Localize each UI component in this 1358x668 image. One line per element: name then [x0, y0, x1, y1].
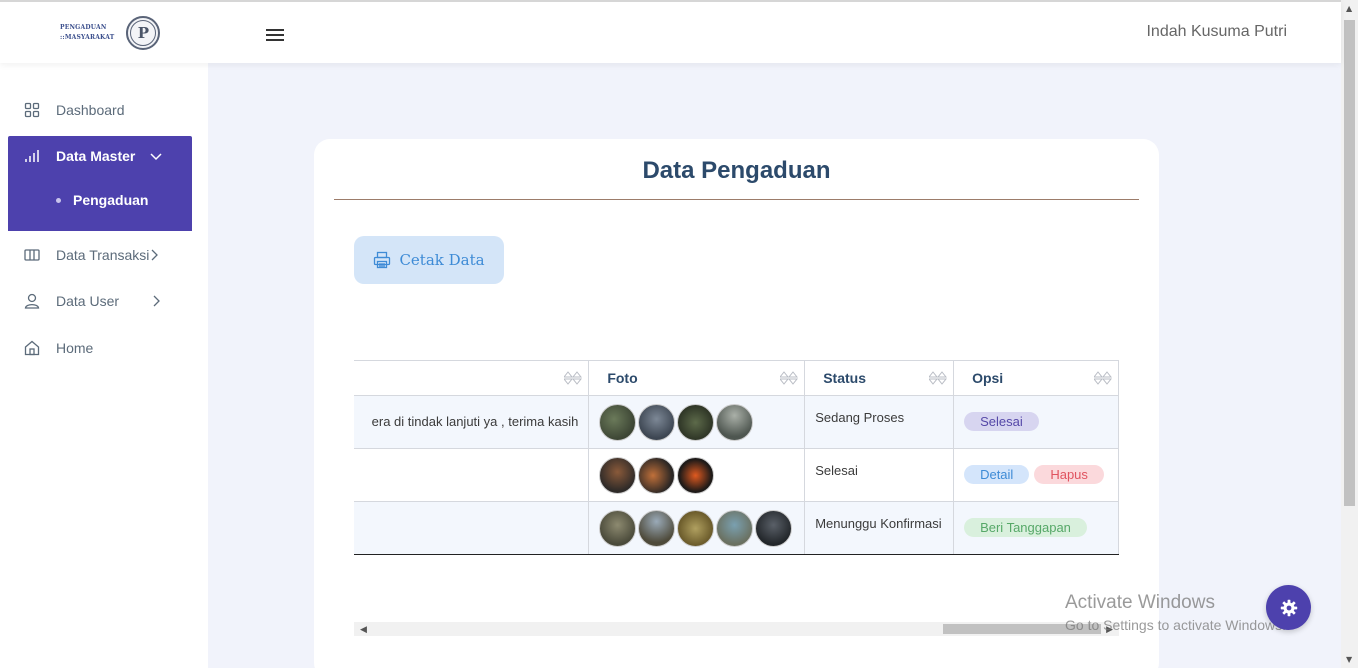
status-text: Sedang Proses	[815, 410, 905, 425]
photo-thumbnail[interactable]	[599, 510, 637, 547]
sidebar-subitem-label: Pengaduan	[73, 192, 149, 208]
column-header-foto[interactable]: Foto	[588, 360, 806, 396]
complaint-text	[354, 502, 588, 520]
home-icon	[24, 340, 40, 356]
scrollbar-thumb[interactable]	[1344, 20, 1355, 506]
sidebar-item-label: Data Master	[56, 148, 136, 164]
photo-thumbnail[interactable]	[638, 404, 676, 441]
chevron-right-icon	[153, 295, 160, 307]
user-icon	[24, 293, 40, 309]
watermark-subtitle: Go to Settings to activate Windows.	[1065, 617, 1286, 633]
column-header-isi[interactable]	[354, 360, 590, 396]
sidebar-subitem-pengaduan[interactable]: Pengaduan	[56, 192, 148, 208]
photo-thumbnail[interactable]	[677, 404, 715, 441]
grid-icon	[24, 102, 40, 118]
photo-thumbnails	[589, 449, 804, 494]
logo-letter: P	[130, 20, 157, 46]
column-header-opsi[interactable]: Opsi	[953, 360, 1119, 396]
photo-thumbnail[interactable]	[638, 510, 676, 547]
photo-thumbnail[interactable]	[677, 457, 715, 494]
sort-icon	[1094, 371, 1112, 385]
table-row: era di tindak lanjuti ya , terima kasih …	[354, 395, 1119, 449]
sidebar-item-label: Dashboard	[56, 102, 125, 118]
chevron-down-icon	[150, 153, 162, 161]
status-text: Selesai	[815, 463, 858, 478]
printer-icon	[374, 251, 391, 269]
page-title: Data Pengaduan	[642, 157, 831, 184]
photo-thumbnail[interactable]	[716, 510, 754, 547]
sidebar-item-label: Data Transaksi	[56, 247, 150, 263]
scroll-left-icon[interactable]: ◀	[360, 625, 367, 635]
sort-icon	[564, 371, 583, 385]
sidebar-item-dashboard[interactable]: Dashboard	[8, 90, 192, 130]
title-divider	[334, 199, 1139, 200]
status-text: Menunggu Konfirmasi	[815, 516, 942, 531]
bar-chart-icon	[25, 150, 39, 162]
respond-button[interactable]: Beri Tanggapan	[964, 518, 1087, 537]
user-name[interactable]: Indah Kusuma Putri	[1146, 23, 1287, 41]
content-card: Data Pengaduan Cetak Data Foto Status Op…	[314, 139, 1159, 668]
horizontal-scrollbar[interactable]: ◀ ▶	[354, 622, 1119, 636]
complaint-text	[354, 449, 588, 467]
complaints-table-container: Foto Status Opsi era di tindak lanjuti y…	[354, 360, 1119, 555]
detail-button[interactable]: Detail	[964, 465, 1030, 484]
photo-thumbnail[interactable]	[716, 404, 754, 441]
watermark-title: Activate Windows	[1065, 592, 1215, 613]
photo-thumbnail[interactable]	[638, 457, 676, 494]
photo-thumbnails	[589, 502, 804, 547]
logo-text: PENGADUAN ::MASYARAKAT	[60, 23, 114, 43]
scroll-down-icon[interactable]: ▼	[1346, 655, 1352, 664]
sidebar-item-data-transaksi[interactable]: Data Transaksi	[8, 235, 192, 275]
sidebar-submenu: Pengaduan	[8, 176, 192, 231]
gear-icon	[1280, 599, 1297, 616]
table-row: Selesai Detail Hapus	[354, 448, 1119, 502]
windows-activation-watermark: Activate Windows Go to Settings to activ…	[1065, 592, 1286, 633]
sidebar-item-home[interactable]: Home	[8, 328, 192, 368]
top-navbar: PENGADUAN ::MASYARAKAT P Indah Kusuma Pu…	[0, 0, 1341, 63]
print-data-button[interactable]: Cetak Data	[354, 236, 504, 284]
chevron-right-icon	[151, 249, 158, 261]
settings-fab-button[interactable]	[1266, 585, 1311, 630]
photo-thumbnail[interactable]	[599, 457, 637, 494]
complaints-table: Foto Status Opsi era di tindak lanjuti y…	[354, 360, 1119, 555]
columns-icon	[24, 249, 40, 261]
sort-icon	[929, 371, 948, 385]
delete-button[interactable]: Hapus	[1034, 465, 1104, 484]
complaint-text: era di tindak lanjuti ya , terima kasih	[371, 414, 579, 429]
table-row: Menunggu Konfirmasi Beri Tanggapan	[354, 501, 1119, 555]
sidebar-item-label: Home	[56, 340, 94, 356]
photo-thumbnail[interactable]	[677, 510, 715, 547]
sidebar-item-data-user[interactable]: Data User	[8, 281, 192, 321]
app-logo[interactable]: PENGADUAN ::MASYARAKAT P	[60, 16, 161, 50]
finish-button[interactable]: Selesai	[964, 412, 1039, 431]
photo-thumbnails	[589, 396, 804, 441]
photo-thumbnail[interactable]	[599, 404, 637, 441]
bullet-dot-icon	[56, 197, 61, 203]
sidebar-item-data-master[interactable]: Data Master	[8, 136, 192, 176]
print-button-label: Cetak Data	[399, 251, 485, 269]
vertical-scrollbar[interactable]: ▲ ▼	[1341, 0, 1358, 668]
sidebar-item-label: Data User	[56, 293, 120, 309]
sidebar: Dashboard Data Master Pengaduan Data Tra…	[0, 63, 208, 668]
photo-thumbnail[interactable]	[755, 510, 793, 547]
scroll-up-icon[interactable]: ▲	[1346, 4, 1352, 13]
logo-seal-icon: P	[126, 16, 161, 50]
sort-icon	[780, 371, 799, 385]
hamburger-icon[interactable]	[266, 29, 284, 43]
column-header-status[interactable]: Status	[804, 360, 955, 396]
logo-text-line1: PENGADUAN	[60, 24, 107, 31]
logo-text-line2: ::MASYARAKAT	[60, 34, 115, 41]
